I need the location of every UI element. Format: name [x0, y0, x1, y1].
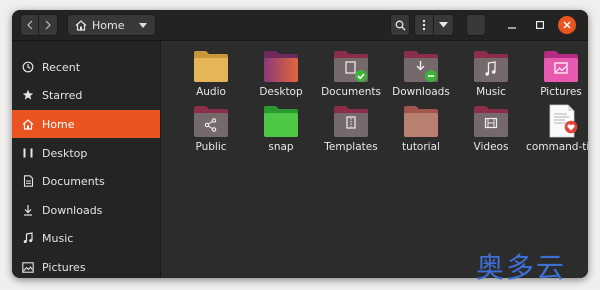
sidebar-item-label: Downloads [42, 203, 103, 217]
sidebar-item-label: Starred [42, 88, 83, 102]
folder-icon [404, 106, 438, 137]
path-bar-home[interactable]: Home [67, 14, 156, 36]
file-item-documents[interactable]: Documents [316, 49, 386, 105]
sidebar: Recent Starred Home Desktop Documents Do… [12, 41, 161, 278]
file-item-videos[interactable]: Videos [456, 104, 526, 160]
file-manager-window: Home Recent Starred Home Desktop Documen… [12, 10, 588, 278]
file-item-audio[interactable]: Audio [176, 49, 246, 105]
document-icon [21, 174, 35, 188]
chevron-down-icon [439, 22, 448, 28]
chevron-right-icon [45, 20, 51, 30]
downloads-folder-icon [404, 51, 438, 82]
forward-button[interactable] [39, 14, 58, 36]
close-icon [563, 21, 571, 29]
sidebar-item-label: Home [42, 117, 75, 131]
sidebar-item-label: Recent [42, 60, 81, 74]
file-item-music[interactable]: Music [456, 49, 526, 105]
file-item-command-tip[interactable]: command-tip [526, 104, 588, 160]
sidebar-item-desktop[interactable]: Desktop [12, 139, 160, 167]
toggle-view-button[interactable] [466, 14, 486, 36]
search-icon [395, 20, 405, 30]
pictures-folder-icon [544, 51, 578, 82]
download-icon [21, 203, 35, 217]
sidebar-item-label: Pictures [42, 260, 86, 274]
home-icon [75, 19, 87, 31]
minimize-icon [508, 27, 516, 29]
back-button[interactable] [20, 14, 39, 36]
path-bar-label: Home [92, 18, 125, 32]
kebab-menu-icon [422, 19, 426, 31]
maximize-icon [536, 21, 544, 29]
sidebar-item-documents[interactable]: Documents [12, 167, 160, 195]
sidebar-item-label: Documents [42, 174, 105, 188]
file-label: command-tip [526, 141, 588, 153]
file-item-tutorial[interactable]: tutorial [386, 104, 456, 160]
public-folder-icon [194, 106, 228, 137]
file-item-templates[interactable]: Templates [316, 104, 386, 160]
close-button[interactable] [558, 16, 576, 34]
sidebar-item-pictures[interactable]: Pictures [12, 253, 160, 278]
sidebar-item-downloads[interactable]: Downloads [12, 196, 160, 224]
view-options-button[interactable] [434, 14, 454, 36]
file-grid: Audio Desktop Documents Downloads Music … [161, 41, 588, 278]
file-item-downloads[interactable]: Downloads [386, 49, 456, 105]
chevron-left-icon [26, 20, 32, 30]
desktop-folder-icon [264, 51, 298, 82]
menu-button[interactable] [414, 14, 434, 36]
file-label: Desktop [259, 86, 303, 98]
sidebar-item-label: Music [42, 231, 74, 245]
path-dropdown-caret-icon[interactable] [139, 23, 147, 28]
music-folder-icon [474, 51, 508, 82]
folder-icon [264, 106, 298, 137]
file-item-snap[interactable]: snap [246, 104, 316, 160]
file-label: Templates [324, 141, 378, 153]
file-label: Pictures [540, 86, 582, 98]
music-icon [21, 231, 35, 245]
desktop-icon [21, 146, 35, 160]
home-icon [21, 117, 35, 131]
file-label: Documents [321, 86, 381, 98]
file-item-public[interactable]: Public [176, 104, 246, 160]
star-icon [21, 88, 35, 102]
file-label: Audio [196, 86, 226, 98]
minimize-button[interactable] [502, 15, 522, 35]
text-file-icon [549, 104, 578, 138]
sidebar-item-recent[interactable]: Recent [12, 53, 160, 81]
templates-folder-icon [334, 106, 368, 137]
watermark-text: 奥多云 [476, 251, 567, 284]
file-label: Downloads [392, 86, 450, 98]
videos-folder-icon [474, 106, 508, 137]
file-item-pictures[interactable]: Pictures [526, 49, 588, 105]
file-label: Public [195, 141, 227, 153]
sidebar-item-home[interactable]: Home [12, 110, 160, 138]
sidebar-item-music[interactable]: Music [12, 224, 160, 252]
documents-folder-icon [334, 51, 368, 82]
file-label: tutorial [402, 141, 440, 153]
clock-icon [21, 60, 35, 74]
maximize-button[interactable] [530, 15, 550, 35]
file-label: Music [476, 86, 506, 98]
search-button[interactable] [390, 14, 410, 36]
file-label: Videos [473, 141, 509, 153]
sidebar-item-label: Desktop [42, 146, 88, 160]
header-bar: Home [12, 10, 588, 41]
folder-icon [194, 51, 228, 82]
file-label: snap [268, 141, 294, 153]
picture-icon [21, 260, 35, 274]
file-item-desktop[interactable]: Desktop [246, 49, 316, 105]
sidebar-item-starred[interactable]: Starred [12, 81, 160, 109]
